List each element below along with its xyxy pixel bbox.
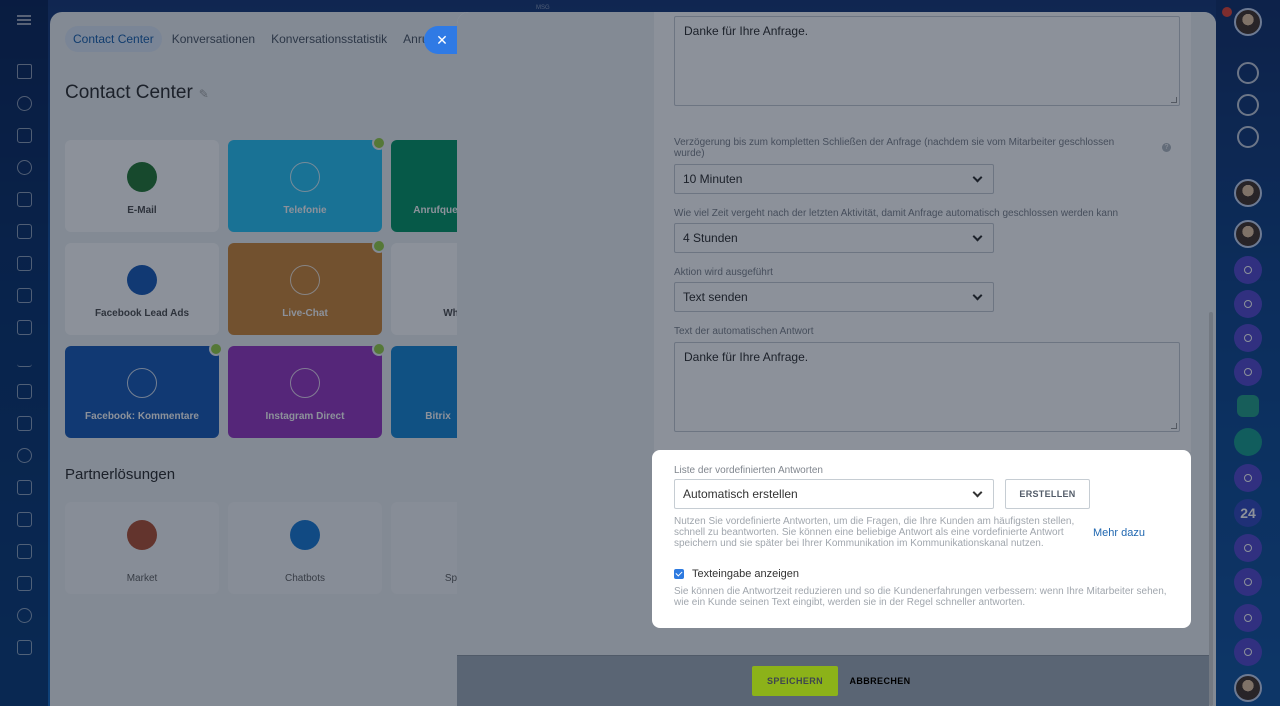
predefined-answers-card: Liste der vordefinierten Antworten Autom… [652, 450, 1191, 628]
more-link[interactable]: Mehr dazu [1093, 527, 1145, 539]
slider-scrollbar[interactable] [1209, 312, 1213, 706]
predefined-answers-select[interactable]: Automatisch erstellen [674, 479, 994, 509]
typing-checkbox[interactable] [674, 569, 684, 579]
close-slider-button[interactable]: ✕ [424, 26, 460, 54]
create-button[interactable]: ERSTELLEN [1005, 479, 1090, 509]
typing-description: Sie können die Antwortzeit reduzieren un… [674, 586, 1167, 608]
chevron-down-icon [972, 487, 983, 497]
close-icon: ✕ [436, 31, 448, 48]
cancel-button[interactable]: ABBRECHEN [844, 666, 916, 696]
select-value: Automatisch erstellen [683, 487, 798, 501]
typing-checkbox-label[interactable]: Texteingabe anzeigen [692, 568, 799, 580]
save-button[interactable]: SPEICHERN [752, 666, 838, 696]
predefined-answers-description: Nutzen Sie vordefinierte Antworten, um d… [674, 516, 1075, 549]
predefined-answers-label: Liste der vordefinierten Antworten [674, 465, 823, 476]
